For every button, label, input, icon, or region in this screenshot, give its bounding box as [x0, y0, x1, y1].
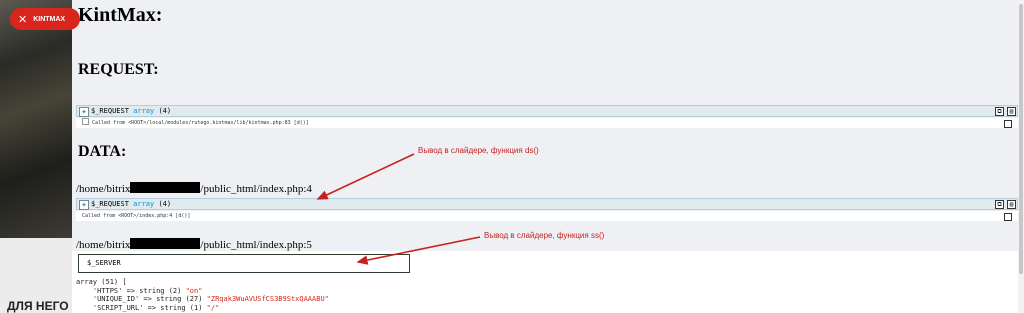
var-type: array [133, 200, 155, 208]
folder-icon[interactable]: ▤ [1007, 107, 1016, 116]
var-type: array [133, 107, 155, 115]
expand-icon[interactable]: + [79, 200, 89, 210]
copy-icon[interactable]: ⧉ [995, 200, 1004, 209]
kintmax-panel: KintMax: REQUEST: + $_REQUEST array (4) … [72, 0, 1018, 313]
request-heading: REQUEST: [78, 61, 159, 78]
page-title: KintMax: [78, 4, 163, 26]
dump-row: 'UNIQUE_ID' => string (27) [92, 295, 207, 303]
file-path-line-5: /home/bitrix/public_html/index.php:5 [76, 238, 312, 251]
redacted-block [130, 238, 201, 249]
kintmax-close-button[interactable]: ✕ KINTMAX [10, 8, 80, 30]
var-count: (4) [158, 107, 172, 115]
scrollbar-thumb[interactable] [1019, 4, 1023, 274]
folder-icon[interactable]: ▤ [1007, 200, 1016, 209]
arrow-ds [316, 153, 415, 200]
data-called-from: Called from <ROOT>/index.php:4 [d()] [76, 211, 1018, 221]
request-called-from: Called from <ROOT>/local/modules/rutego.… [76, 118, 1018, 128]
data-dump-header[interactable]: + $_REQUEST array (4) ⧉ ▤ [76, 198, 1018, 210]
server-dump-box[interactable]: $_SERVER [78, 254, 410, 273]
background-photo [0, 0, 72, 238]
dump-array-line: array (51) [ [76, 278, 127, 286]
access-path-icon[interactable] [1004, 213, 1012, 221]
server-dump-content: array (51) [ 'HTTPS' => string (2) "on" … [76, 278, 329, 312]
dump-row: 'HTTPS' => string (2) [92, 286, 186, 295]
background-heading: ДЛЯ НЕГО [7, 299, 69, 313]
var-name: $_REQUEST [91, 200, 129, 208]
expand-icon[interactable]: + [79, 107, 89, 117]
annotation-ds: Вывод в слайдере, функция ds() [418, 146, 539, 155]
dump-row: 'SCRIPT_URL' => string (1) [92, 303, 207, 312]
background-page: ДЛЯ НЕГО [0, 0, 72, 313]
data-heading: DATA: [78, 143, 127, 160]
request-dump-header[interactable]: + $_REQUEST array (4) ⧉ ▤ [76, 105, 1018, 117]
kintmax-button-label: KINTMAX [33, 15, 66, 23]
close-icon: ✕ [18, 13, 28, 26]
copy-icon[interactable]: ⧉ [995, 107, 1004, 116]
scrollbar[interactable] [1018, 0, 1024, 313]
annotation-ss: Вывод в слайдере, функция ss() [484, 231, 605, 240]
redacted-block [130, 182, 201, 193]
callstack-toggle-icon[interactable] [82, 118, 89, 125]
var-name: $_REQUEST [91, 107, 129, 115]
file-path-line-4: /home/bitrix/public_html/index.php:4 [76, 182, 312, 195]
var-count: (4) [158, 200, 172, 208]
access-path-icon[interactable] [1004, 120, 1012, 128]
